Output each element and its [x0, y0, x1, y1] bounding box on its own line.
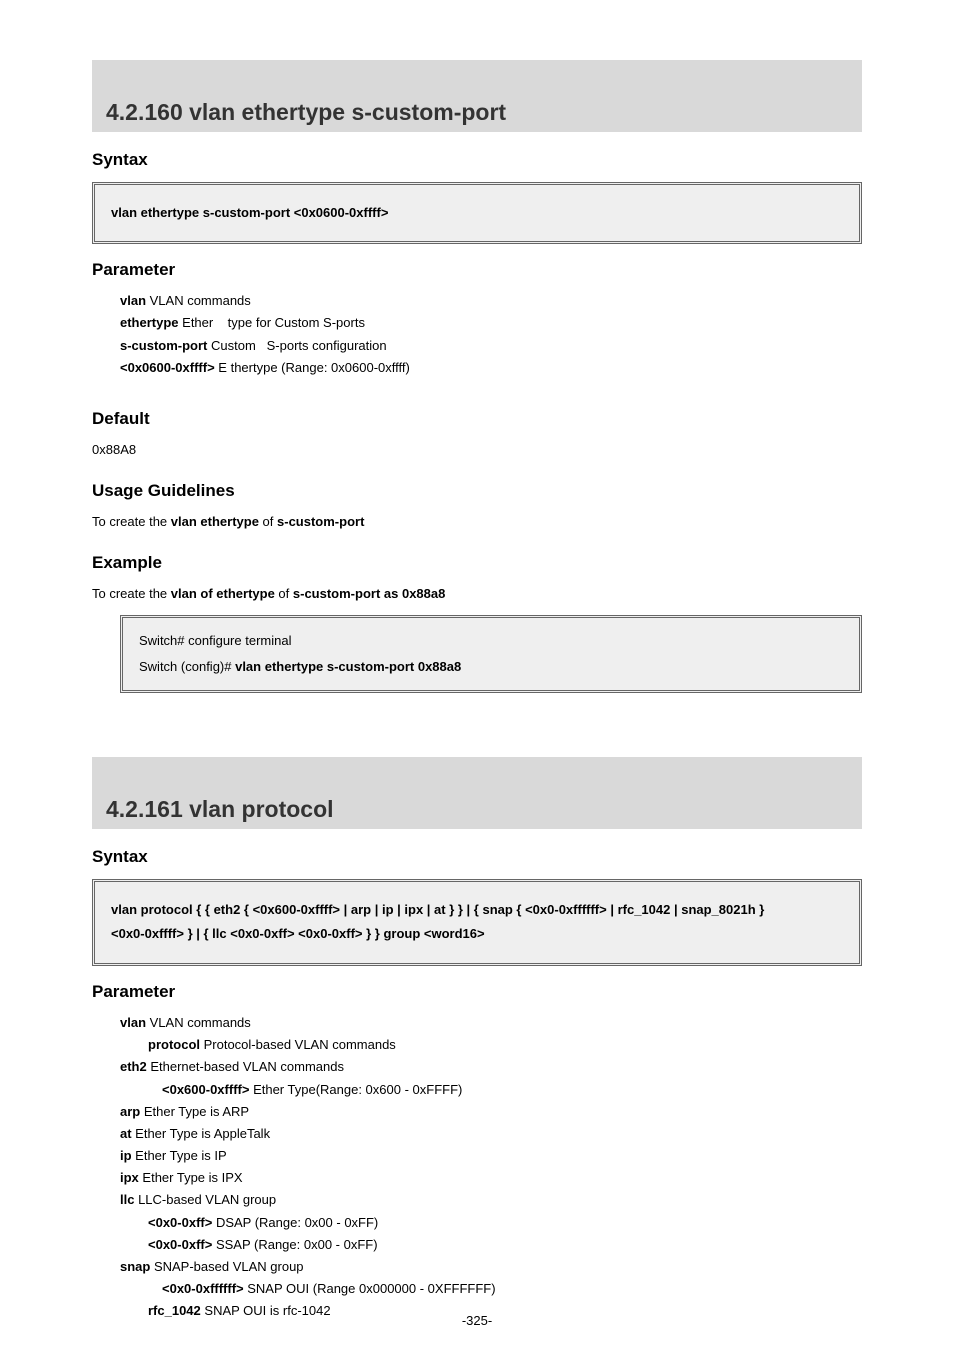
parameter-heading-161: Parameter: [92, 980, 862, 1004]
param-key: ipx: [120, 1170, 139, 1185]
param-key: <0x0-0xff>: [148, 1215, 212, 1230]
ex-cmd: vlan ethertype s-custom-port 0x88a8: [235, 659, 461, 674]
example-line-1: Switch# configure terminal: [139, 628, 843, 654]
param-row: ip Ether Type is IP: [92, 1147, 862, 1165]
param-val: Custom: [207, 338, 255, 353]
param-val: type for Custom S-ports: [228, 315, 365, 330]
ex-text: of: [275, 586, 293, 601]
param-key: ip: [120, 1148, 132, 1163]
param-val: Ether Type is AppleTalk: [135, 1126, 270, 1141]
param-val: Ether Type is IPX: [139, 1170, 243, 1185]
parameter-heading-160: Parameter: [92, 258, 862, 282]
param-row: at Ether Type is AppleTalk: [92, 1125, 862, 1143]
param-row: arp Ether Type is ARP: [92, 1103, 862, 1121]
section-title-160: 4.2.160 vlan ethertype s-custom-port: [106, 96, 506, 128]
param-key: snap: [120, 1259, 150, 1274]
param-key: <0x0600-0xffff>: [120, 360, 215, 375]
param-val: Ether Type is IP: [132, 1148, 227, 1163]
param-row: snap SNAP-based VLAN group: [92, 1258, 862, 1276]
param-row: protocol Protocol-based VLAN commands: [92, 1036, 862, 1054]
param-range: <0x0600-0xffff> E thertype (Range: 0x060…: [92, 359, 862, 377]
param-val: E: [215, 360, 227, 375]
param-row: eth2 Ethernet-based VLAN commands: [92, 1058, 862, 1076]
syntax-heading-160: Syntax: [92, 148, 862, 172]
param-row: <0x0-0xff> SSAP (Range: 0x00 - 0xFF): [92, 1236, 862, 1254]
param-val: Protocol-based VLAN commands: [204, 1037, 396, 1052]
param-val: SNAP-based VLAN group: [150, 1259, 303, 1274]
param-val: thertype (Range: 0x0600-0xffff): [231, 360, 410, 375]
syntax-box-161: vlan protocol { { eth2 { <0x600-0xffff> …: [92, 879, 862, 966]
param-key: vlan: [120, 293, 146, 308]
section-title-161: 4.2.161 vlan protocol: [106, 793, 334, 825]
param-ethertype: ethertype Ether type for Custom S-ports: [92, 314, 862, 332]
param-row: <0x0-0xffffff> SNAP OUI (Range 0x000000 …: [92, 1280, 862, 1298]
usage-heading-160: Usage Guidelines: [92, 479, 862, 503]
param-val: Ether Type(Range: 0x600 - 0xFFFF): [249, 1082, 462, 1097]
usage-line-160: To create the vlan ethertype of s-custom…: [92, 513, 862, 531]
usage-text: To create the: [92, 514, 171, 529]
param-row: <0x0-0xff> DSAP (Range: 0x00 - 0xFF): [92, 1214, 862, 1232]
syntax-box-160: vlan ethertype s-custom-port <0x0600-0xf…: [92, 182, 862, 245]
syntax-text-160: vlan ethertype s-custom-port <0x0600-0xf…: [111, 205, 388, 220]
param-row: <0x600-0xffff> Ether Type(Range: 0x600 -…: [92, 1081, 862, 1099]
ex-bold: s-custom-port as 0x88a8: [293, 586, 445, 601]
section-banner-161: 4.2.161 vlan protocol: [92, 757, 862, 829]
param-key: llc: [120, 1192, 138, 1207]
param-val: SNAP OUI (Range 0x000000 - 0XFFFFFF): [244, 1281, 496, 1296]
usage-text: of: [259, 514, 277, 529]
section-banner-160: 4.2.160 vlan ethertype s-custom-port: [92, 60, 862, 132]
param-key: <0x0-0xffffff>: [162, 1281, 244, 1296]
param-row: llc LLC-based VLAN group: [92, 1191, 862, 1209]
param-scustom: s-custom-port Custom S-ports configurati…: [92, 337, 862, 355]
param-val: Ether Type is ARP: [140, 1104, 249, 1119]
param-val: DSAP (Range: 0x00 - 0xFF): [212, 1215, 378, 1230]
syntax-heading-161: Syntax: [92, 845, 862, 869]
param-key: vlan: [120, 1015, 146, 1030]
syntax-text-161a: vlan protocol { { eth2 { <0x600-0xffff> …: [111, 898, 843, 923]
example-box-160: Switch# configure terminal Switch (confi…: [120, 615, 862, 693]
page-number: -325-: [0, 1312, 954, 1330]
page-container: 4.2.160 vlan ethertype s-custom-port Syn…: [0, 0, 954, 1355]
param-row: vlan VLAN commands: [92, 1014, 862, 1032]
param-val: Ether: [179, 315, 214, 330]
default-heading-160: Default: [92, 407, 862, 431]
example-heading-160: Example: [92, 551, 862, 575]
usage-bold: vlan ethertype: [171, 514, 259, 529]
param-val: VLAN commands: [146, 293, 251, 308]
example-line-2: Switch (config)# vlan ethertype s-custom…: [139, 654, 843, 680]
param-row: ipx Ether Type is IPX: [92, 1169, 862, 1187]
param-val: LLC-based VLAN group: [138, 1192, 276, 1207]
param-key: <0x0-0xff>: [148, 1237, 212, 1252]
param-key: ethertype: [120, 315, 179, 330]
param-key: <0x600-0xffff>: [162, 1082, 249, 1097]
param-key: eth2: [120, 1059, 147, 1074]
param-val: VLAN commands: [146, 1015, 251, 1030]
param-val: Ethernet-based VLAN commands: [147, 1059, 344, 1074]
param-key: s-custom-port: [120, 338, 207, 353]
param-key: arp: [120, 1104, 140, 1119]
param-val: SSAP (Range: 0x00 - 0xFF): [212, 1237, 377, 1252]
param-val: S-ports configuration: [267, 338, 387, 353]
syntax-text-161b: <0x0-0xffff> } | { llc <0x0-0xff> <0x0-0…: [111, 922, 843, 947]
ex-bold: vlan of ethertype: [171, 586, 275, 601]
param-vlan: vlan VLAN commands: [92, 292, 862, 310]
usage-bold: s-custom-port: [277, 514, 364, 529]
param-key: at: [120, 1126, 135, 1141]
default-value-160: 0x88A8: [92, 441, 862, 459]
ex-prompt: Switch (config)#: [139, 659, 235, 674]
ex-text: To create the: [92, 586, 171, 601]
example-intro-160: To create the vlan of ethertype of s-cus…: [92, 585, 862, 603]
param-key: protocol: [148, 1037, 204, 1052]
